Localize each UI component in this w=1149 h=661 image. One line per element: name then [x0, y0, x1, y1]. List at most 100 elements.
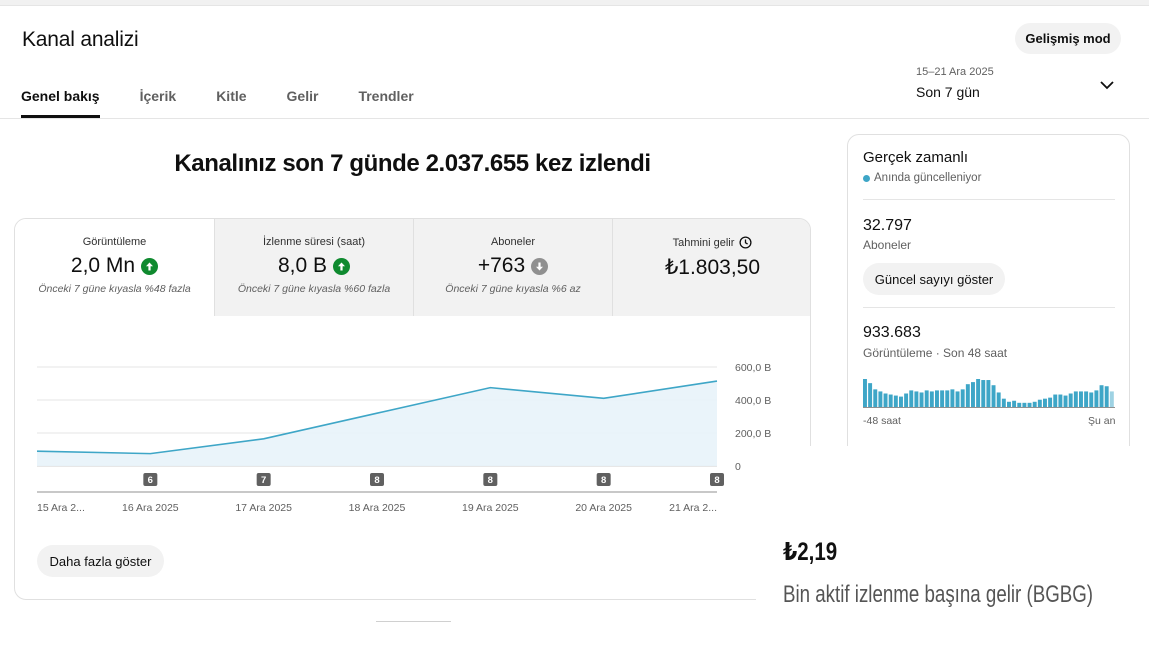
rpm-label: Bin aktif izlenme başına gelir (BGBG) [783, 581, 1094, 608]
page-indicator [376, 621, 451, 622]
metric-subscribers-label: Aboneler [490, 236, 536, 248]
views-chart: 600,0 B 400,0 B 200,0 B 0 6 7 8 8 8 8 15 Ara 2... 1… [36, 362, 771, 514]
metric-watchtime-tab[interactable]: İzlenme süresi (saat) 8,0 B Önceki 7 gün… [214, 219, 413, 316]
mini-bar [873, 389, 878, 408]
metric-views-value: 2,0 Mn [70, 254, 136, 277]
mini-bar [914, 391, 919, 408]
mini-bar [1089, 392, 1094, 408]
mini-bar [1099, 385, 1104, 408]
mini-chart-axis-end: Şu an [1088, 415, 1116, 427]
mini-bar [1094, 390, 1099, 408]
rpm-panel: ₺2,19 Bin aktif izlenme başına gelir (BG… [756, 446, 1149, 661]
realtime-title: Gerçek zamanlı [863, 149, 969, 166]
mini-bar [981, 380, 986, 408]
clock-icon [739, 236, 752, 249]
live-dot-icon [863, 174, 870, 182]
mini-bar [971, 382, 975, 408]
page-title: Kanal analizi [22, 28, 139, 51]
mini-bar [888, 394, 893, 408]
upload-marker-count: 8 [601, 475, 606, 486]
realtime-status: Anında güncelleniyor [863, 172, 981, 184]
mini-bar [955, 391, 960, 408]
mini-bar [883, 393, 888, 408]
mini-bar [935, 390, 939, 408]
tab-trends[interactable]: Trendler [358, 88, 413, 118]
mini-bar [945, 390, 950, 408]
mini-bar [986, 380, 991, 408]
mini-bar [1001, 398, 1006, 408]
metric-views-label: Görüntüleme [82, 236, 147, 248]
metric-subscribers-note: Önceki 7 güne kıyasla %6 az [445, 283, 581, 295]
advanced-mode-button[interactable]: Gelişmiş mod [1015, 23, 1121, 54]
chevron-down-icon [1100, 81, 1114, 90]
realtime-subscribers-label: Aboneler [863, 238, 912, 252]
mini-bar [960, 389, 965, 408]
x-tick-label: 17 Ara 2025 [235, 502, 292, 514]
show-more-button[interactable]: Daha fazla göster [37, 545, 164, 577]
mini-bar [1109, 391, 1114, 408]
mini-bar [929, 391, 934, 408]
date-range-label: Son 7 gün [916, 84, 980, 100]
metric-revenue-tab[interactable]: Tahmini gelir ₺1.803,50 [612, 219, 810, 316]
mini-bar [919, 392, 924, 408]
realtime-status-text: Anında güncelleniyor [874, 172, 982, 184]
metric-subscribers-tab[interactable]: Aboneler +763 Önceki 7 güne kıyasla %6 a… [413, 219, 612, 316]
mini-bar [863, 379, 867, 408]
upload-marker-count: 8 [714, 475, 719, 486]
mini-bar [899, 396, 903, 408]
realtime-subscribers-value: 32.797 [863, 217, 912, 234]
metric-watchtime-value: 8,0 B [277, 254, 328, 277]
mini-bar [1043, 398, 1047, 408]
realtime-views-value: 933.683 [863, 324, 921, 341]
metric-watchtime-label: İzlenme süresi (saat) [262, 236, 366, 248]
realtime-card: Gerçek zamanlı Anında güncelleniyor 32.7… [847, 134, 1130, 464]
mini-bar [965, 384, 970, 408]
metric-views-tab[interactable]: Görüntüleme 2,0 Mn Önceki 7 güne kıyasla… [15, 219, 214, 316]
headline: Kanalınız son 7 günde 2.037.655 kez izle… [174, 150, 651, 177]
upload-marker-count: 8 [374, 475, 379, 486]
mini-bar [909, 390, 914, 408]
mini-bar [1012, 400, 1017, 408]
tab-content[interactable]: İçerik [140, 88, 177, 118]
overview-card: Görüntüleme 2,0 Mn Önceki 7 güne kıyasla… [14, 218, 811, 600]
show-live-count-button[interactable]: Güncel sayıyı göster [863, 263, 1005, 295]
mini-bar [940, 390, 945, 408]
metric-watchtime-note: Önceki 7 güne kıyasla %60 fazla [237, 283, 391, 295]
upload-marker-count: 8 [488, 475, 493, 486]
arrow-up-icon [141, 257, 159, 275]
tab-revenue[interactable]: Gelir [287, 88, 319, 118]
x-tick-label: 18 Ara 2025 [349, 502, 406, 514]
realtime-views-label: Görüntüleme · Son 48 saat [863, 346, 1008, 360]
mini-chart-axis-start: -48 saat [863, 415, 901, 427]
tab-bar: Genel bakış İçerik Kitle Gelir Trendler [21, 88, 454, 118]
tabs-divider [0, 118, 1149, 119]
mini-bar [976, 379, 981, 408]
tab-audience[interactable]: Kitle [216, 88, 246, 118]
mini-bar [1058, 394, 1063, 408]
mini-bar [904, 393, 909, 408]
upload-marker-count: 6 [148, 475, 153, 486]
y-tick-label: 200,0 B [735, 428, 771, 440]
arrow-up-icon [333, 257, 351, 275]
mini-bar [1084, 391, 1089, 408]
upload-marker-count: 7 [261, 475, 266, 486]
mini-bar [868, 383, 873, 408]
mini-bar [1037, 399, 1042, 408]
tab-overview[interactable]: Genel bakış [21, 88, 100, 118]
mini-bar [1104, 386, 1109, 408]
date-range-picker[interactable]: 15–21 Ara 2025 Son 7 gün [916, 66, 1120, 106]
x-tick-label: 20 Ara 2025 [575, 502, 632, 514]
x-tick-label: 19 Ara 2025 [462, 502, 519, 514]
divider [863, 307, 1115, 308]
mini-bar [991, 385, 996, 408]
realtime-bar-chart [863, 379, 1115, 408]
mini-bar [996, 392, 1001, 408]
metric-subscribers-value: +763 [477, 254, 526, 277]
mini-bar [1068, 393, 1073, 408]
mini-bar [950, 389, 955, 408]
metric-revenue-label: Tahmini gelir [672, 236, 735, 249]
metric-revenue-value: ₺1.803,50 [664, 256, 761, 279]
y-tick-label: 400,0 B [735, 395, 771, 407]
top-strip [0, 0, 1149, 6]
y-tick-label: 0 [735, 461, 741, 473]
